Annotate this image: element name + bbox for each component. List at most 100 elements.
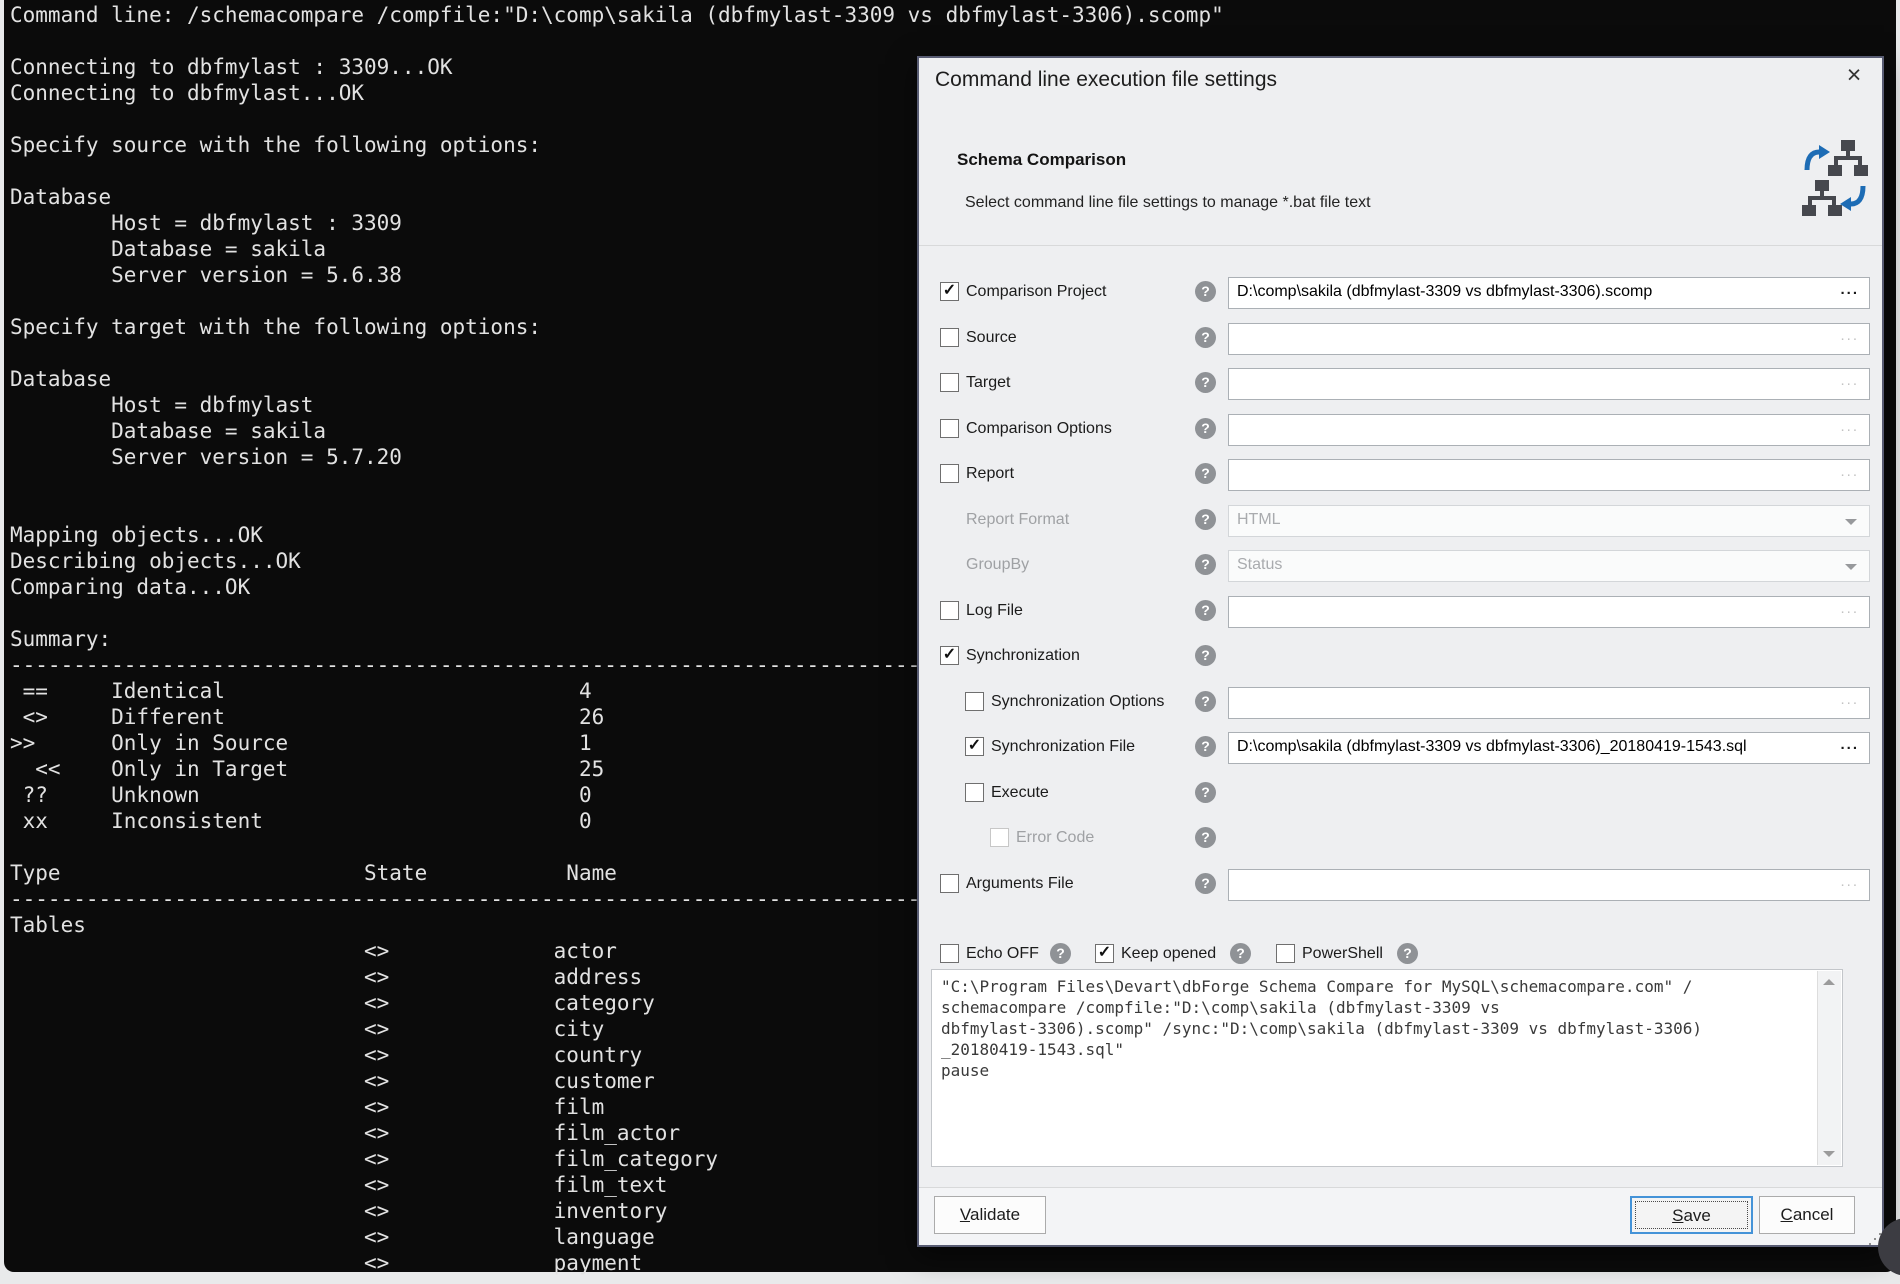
error-code-checkbox[interactable] — [990, 828, 1009, 847]
keep-opened-label: Keep opened — [1121, 945, 1216, 963]
error-code-label: Error Code — [1016, 829, 1094, 847]
powershell-label: PowerShell — [1302, 945, 1383, 963]
report-label: Report — [966, 465, 1014, 483]
report-format-label: Report Format — [966, 511, 1069, 529]
setting-row-error-code: Error Code? — [919, 816, 1882, 862]
report-help-icon[interactable]: ? — [1195, 463, 1216, 484]
groupby-dropdown: Status — [1228, 550, 1870, 582]
bat-text: "C:\Program Files\Devart\dbForge Schema … — [932, 970, 1842, 1087]
scroll-up-icon[interactable] — [1823, 979, 1835, 985]
report-browse-button[interactable]: ... — [1840, 463, 1859, 480]
execute-help-icon[interactable]: ? — [1195, 782, 1216, 803]
synchronization-file-checkbox[interactable]: ✓ — [965, 737, 984, 756]
report-input[interactable]: ... — [1228, 459, 1870, 491]
report-format-help-icon[interactable]: ? — [1195, 509, 1216, 530]
comparison-project-help-icon[interactable]: ? — [1195, 281, 1216, 302]
execute-checkbox[interactable] — [965, 783, 984, 802]
log-file-help-icon[interactable]: ? — [1195, 600, 1216, 621]
source-label: Source — [966, 329, 1017, 347]
keep-opened-help-icon[interactable]: ? — [1230, 943, 1251, 964]
close-icon[interactable]: × — [1838, 58, 1870, 92]
comparison-options-label: Comparison Options — [966, 420, 1112, 438]
source-checkbox[interactable] — [940, 328, 959, 347]
synchronization-checkbox[interactable]: ✓ — [940, 646, 959, 665]
synchronization-file-help-icon[interactable]: ? — [1195, 736, 1216, 757]
setting-row-comparison-project: ✓ Comparison Project? D:\comp\sakila (dbfm… — [919, 270, 1882, 316]
comparison-options-help-icon[interactable]: ? — [1195, 418, 1216, 439]
comparison-options-browse-button[interactable]: ... — [1840, 418, 1859, 435]
synchronization-options-input[interactable]: ... — [1228, 687, 1870, 719]
report-format-value: HTML — [1237, 511, 1281, 529]
dialog-subtitle: Select command line file settings to man… — [965, 194, 1371, 212]
synchronization-file-value: D:\comp\sakila (dbfmylast-3309 vs dbfmyl… — [1237, 738, 1747, 756]
bat-text-area[interactable]: "C:\Program Files\Devart\dbForge Schema … — [931, 969, 1843, 1167]
setting-row-report-format: Report Format? HTML — [919, 498, 1882, 544]
settings-rows: ✓ Comparison Project? D:\comp\sakila (dbfm… — [919, 270, 1882, 907]
error-code-help-icon[interactable]: ? — [1195, 827, 1216, 848]
comparison-project-value: D:\comp\sakila (dbfmylast-3309 vs dbfmyl… — [1237, 283, 1652, 301]
arguments-file-input[interactable]: ... — [1228, 869, 1870, 901]
setting-row-synchronization-file: ✓ Synchronization File? D:\comp\sakila (db… — [919, 725, 1882, 771]
header-divider — [919, 245, 1882, 246]
target-label: Target — [966, 374, 1010, 392]
save-button[interactable]: Save — [1630, 1196, 1753, 1234]
setting-row-comparison-options: Comparison Options?... — [919, 407, 1882, 453]
validate-button[interactable]: Validate — [934, 1196, 1046, 1234]
execute-label: Execute — [991, 784, 1049, 802]
arguments-file-help-icon[interactable]: ? — [1195, 873, 1216, 894]
synchronization-file-browse-button[interactable]: ... — [1840, 736, 1859, 753]
source-browse-button[interactable]: ... — [1840, 327, 1859, 344]
target-help-icon[interactable]: ? — [1195, 372, 1216, 393]
comparison-project-checkbox[interactable]: ✓ — [940, 282, 959, 301]
setting-row-arguments-file: Arguments File?... — [919, 862, 1882, 908]
setting-row-report: Report?... — [919, 452, 1882, 498]
comparison-project-browse-button[interactable]: ... — [1840, 281, 1859, 298]
target-input[interactable]: ... — [1228, 368, 1870, 400]
synchronization-options-browse-button[interactable]: ... — [1840, 691, 1859, 708]
synchronization-options-label: Synchronization Options — [991, 693, 1164, 711]
arguments-file-checkbox[interactable] — [940, 874, 959, 893]
target-browse-button[interactable]: ... — [1840, 372, 1859, 389]
resize-grip[interactable] — [1874, 1238, 1876, 1240]
synchronization-label: Synchronization — [966, 647, 1080, 665]
synchronization-options-checkbox[interactable] — [965, 692, 984, 711]
setting-row-synchronization: ✓ Synchronization? — [919, 634, 1882, 680]
powershell-help-icon[interactable]: ? — [1397, 943, 1418, 964]
schema-comparison-heading: Schema Comparison — [957, 150, 1126, 170]
scrollbar[interactable] — [1817, 971, 1841, 1165]
setting-row-target: Target?... — [919, 361, 1882, 407]
echo-off-checkbox[interactable] — [940, 944, 959, 963]
synchronization-file-label: Synchronization File — [991, 738, 1135, 756]
comparison-project-input[interactable]: D:\comp\sakila (dbfmylast-3309 vs dbfmyl… — [1228, 277, 1870, 309]
echo-off-help-icon[interactable]: ? — [1050, 943, 1071, 964]
keep-opened-checkbox[interactable]: ✓ — [1095, 944, 1114, 963]
comparison-project-label: Comparison Project — [966, 283, 1107, 301]
powershell-checkbox[interactable] — [1276, 944, 1295, 963]
command-line-settings-dialog: Command line execution file settings × S… — [917, 56, 1884, 1247]
comparison-options-checkbox[interactable] — [940, 419, 959, 438]
log-file-checkbox[interactable] — [940, 601, 959, 620]
cancel-button[interactable]: Cancel — [1759, 1196, 1855, 1234]
groupby-label: GroupBy — [966, 556, 1029, 574]
log-file-input[interactable]: ... — [1228, 596, 1870, 628]
setting-row-log-file: Log File?... — [919, 589, 1882, 635]
button-bar: Validate Save Cancel — [919, 1188, 1882, 1245]
synchronization-file-input[interactable]: D:\comp\sakila (dbfmylast-3309 vs dbfmyl… — [1228, 732, 1870, 764]
setting-row-synchronization-options: Synchronization Options?... — [919, 680, 1882, 726]
arguments-file-browse-button[interactable]: ... — [1840, 873, 1859, 890]
source-input[interactable]: ... — [1228, 323, 1870, 355]
target-checkbox[interactable] — [940, 373, 959, 392]
scroll-down-icon[interactable] — [1823, 1151, 1835, 1157]
log-file-browse-button[interactable]: ... — [1840, 600, 1859, 617]
echo-off-label: Echo OFF — [966, 945, 1039, 963]
synchronization-options-help-icon[interactable]: ? — [1195, 691, 1216, 712]
synchronization-help-icon[interactable]: ? — [1195, 645, 1216, 666]
source-help-icon[interactable]: ? — [1195, 327, 1216, 348]
setting-row-execute: Execute? — [919, 771, 1882, 817]
comparison-options-input[interactable]: ... — [1228, 414, 1870, 446]
report-checkbox[interactable] — [940, 464, 959, 483]
setting-row-source: Source?... — [919, 316, 1882, 362]
groupby-help-icon[interactable]: ? — [1195, 554, 1216, 575]
schema-compare-sync-icon — [1802, 140, 1868, 223]
setting-row-groupby: GroupBy? Status — [919, 543, 1882, 589]
